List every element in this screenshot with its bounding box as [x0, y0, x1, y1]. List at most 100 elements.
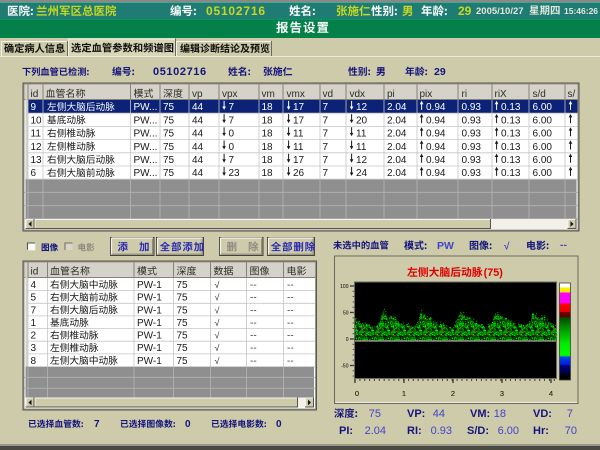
svg-text:0.93: 0.93	[462, 102, 482, 113]
svg-text:√: √	[215, 318, 220, 328]
svg-text:PW-1: PW-1	[137, 293, 162, 304]
svg-text:7: 7	[567, 408, 573, 420]
svg-text:PW-1: PW-1	[137, 280, 162, 291]
svg-text:100: 100	[340, 284, 349, 290]
svg-text:75: 75	[177, 318, 189, 329]
svg-text:75: 75	[177, 331, 189, 342]
svg-text:44: 44	[433, 408, 445, 420]
svg-text:--: --	[250, 343, 257, 354]
svg-text:7: 7	[229, 115, 235, 126]
svg-text:12: 12	[31, 142, 43, 153]
svg-text:0.13: 0.13	[501, 155, 521, 166]
svg-text:--: --	[250, 293, 257, 304]
svg-text:7: 7	[323, 129, 329, 140]
svg-text:15:46:26: 15:46:26	[564, 6, 598, 16]
svg-text:44: 44	[192, 155, 204, 166]
svg-text:6.00: 6.00	[533, 102, 553, 113]
svg-text:id: id	[31, 267, 39, 278]
svg-text:2.04: 2.04	[387, 129, 407, 140]
svg-text:2.04: 2.04	[387, 155, 407, 166]
svg-text:vdx: vdx	[350, 89, 366, 100]
svg-text:√: √	[504, 242, 510, 253]
svg-text:0.94: 0.94	[426, 102, 446, 113]
svg-text:7: 7	[31, 305, 37, 316]
svg-text:0.93: 0.93	[462, 155, 482, 166]
svg-text:75: 75	[177, 343, 189, 354]
svg-text:75: 75	[177, 280, 189, 291]
svg-text:PW-1: PW-1	[137, 356, 162, 367]
svg-text:--: --	[287, 293, 294, 304]
svg-text:29: 29	[434, 66, 446, 78]
svg-text:44: 44	[192, 115, 204, 126]
svg-text:0.94: 0.94	[426, 155, 446, 166]
svg-text:44: 44	[192, 102, 204, 113]
svg-text:0: 0	[346, 337, 349, 343]
svg-text:11: 11	[31, 129, 42, 140]
svg-text:--: --	[287, 343, 294, 354]
svg-text:0: 0	[229, 129, 235, 140]
svg-text:11: 11	[293, 129, 304, 140]
svg-text:12: 12	[356, 155, 368, 166]
svg-text:18: 18	[262, 115, 274, 126]
svg-text:6.00: 6.00	[533, 155, 553, 166]
svg-text:24: 24	[356, 168, 368, 179]
svg-text:2.04: 2.04	[387, 168, 407, 179]
svg-text:√: √	[215, 280, 220, 290]
svg-text:riX: riX	[495, 89, 508, 100]
svg-text:6.00: 6.00	[533, 142, 553, 153]
svg-text:6.00: 6.00	[498, 425, 519, 437]
svg-text:50: 50	[343, 311, 349, 317]
svg-text:2: 2	[31, 331, 37, 342]
svg-text:0.13: 0.13	[501, 168, 521, 179]
svg-text:11: 11	[293, 142, 304, 153]
svg-text:0.13: 0.13	[501, 129, 521, 140]
svg-text:PW-1: PW-1	[137, 343, 162, 354]
svg-text:5: 5	[31, 293, 37, 304]
svg-text:s/: s/	[568, 89, 576, 100]
svg-text:PW...: PW...	[134, 168, 158, 179]
svg-text:05102716: 05102716	[206, 4, 266, 18]
svg-text:PI:: PI:	[339, 425, 353, 437]
svg-text:--: --	[287, 305, 294, 316]
svg-text:7: 7	[94, 419, 100, 430]
svg-text:10: 10	[31, 115, 43, 126]
svg-text:6.00: 6.00	[533, 168, 553, 179]
svg-text:18: 18	[262, 129, 274, 140]
svg-text:--: --	[250, 305, 257, 316]
svg-text:0.93: 0.93	[431, 425, 452, 437]
svg-text:vp: vp	[192, 89, 203, 100]
svg-text:8: 8	[31, 356, 37, 367]
svg-text:PW-1: PW-1	[137, 331, 162, 342]
svg-text:7: 7	[229, 155, 235, 166]
svg-text:√: √	[215, 293, 220, 303]
svg-text:29: 29	[458, 4, 472, 18]
svg-text:PW-1: PW-1	[137, 318, 162, 329]
svg-text:2.04: 2.04	[387, 142, 407, 153]
svg-text:√: √	[215, 356, 220, 366]
svg-text:VM:: VM:	[470, 408, 490, 420]
svg-text:26: 26	[293, 168, 305, 179]
svg-text:75: 75	[163, 142, 175, 153]
svg-text:VD:: VD:	[533, 408, 552, 420]
svg-text:√: √	[215, 331, 220, 341]
svg-text:PW-1: PW-1	[137, 305, 162, 316]
svg-text:√: √	[215, 305, 220, 315]
svg-text:75: 75	[177, 305, 189, 316]
svg-text:PW...: PW...	[134, 155, 158, 166]
svg-text:3: 3	[31, 343, 37, 354]
svg-text:6.00: 6.00	[533, 129, 553, 140]
svg-text:--: --	[287, 280, 294, 291]
svg-text:7: 7	[323, 115, 329, 126]
svg-text:1: 1	[402, 389, 406, 398]
svg-text:--: --	[250, 356, 257, 367]
svg-text:PW...: PW...	[134, 142, 158, 153]
svg-text:13: 13	[31, 155, 43, 166]
svg-text:1: 1	[31, 318, 37, 329]
svg-text:id: id	[31, 89, 39, 100]
svg-text:--: --	[250, 318, 257, 329]
svg-text:0.93: 0.93	[462, 129, 482, 140]
svg-text:18: 18	[262, 155, 274, 166]
svg-text:44: 44	[192, 142, 204, 153]
svg-text:vmx: vmx	[287, 89, 305, 100]
svg-text:17: 17	[293, 155, 305, 166]
